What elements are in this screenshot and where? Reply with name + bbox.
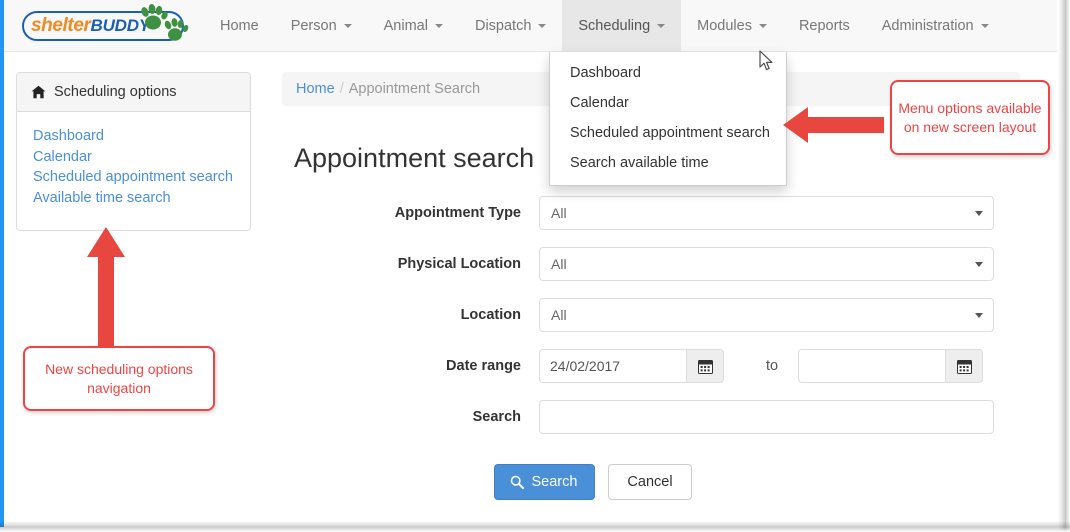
breadcrumb-separator: / <box>339 81 344 97</box>
form-row-location: Location All <box>294 298 1042 332</box>
search-button-label: Search <box>531 474 578 490</box>
logo-word-shelter: shelter <box>31 15 91 36</box>
brand-logo[interactable]: shelterBUDDY <box>14 2 194 48</box>
chevron-down-icon <box>343 23 352 28</box>
label-search: Search <box>472 409 521 425</box>
date-from-calendar-button[interactable] <box>686 349 724 383</box>
paw-print-icon <box>141 4 189 41</box>
nav-item-home[interactable]: Home <box>204 0 275 51</box>
form-actions: Search Cancel <box>294 464 1042 500</box>
select-appointment-type-value: All <box>551 205 567 221</box>
window-bottom-shadow <box>0 521 1070 532</box>
dropdown-item-dashboard[interactable]: Dashboard <box>550 58 786 88</box>
magnifier-icon <box>510 475 525 489</box>
select-physical-location[interactable]: All <box>539 247 994 281</box>
sidebar-header: Scheduling options <box>17 73 250 112</box>
nav-item-label: Dispatch <box>474 17 532 34</box>
top-navbar: shelterBUDDY Home Person Animal Dispatch… <box>4 0 1057 52</box>
breadcrumb-link-home[interactable]: Home <box>296 81 335 97</box>
nav-item-modules[interactable]: Modules <box>681 0 783 51</box>
window-right-shadow <box>1058 0 1070 532</box>
nav-item-dispatch[interactable]: Dispatch <box>459 0 562 51</box>
appointment-search-form: Appointment Type All Physical Location A… <box>282 196 1042 500</box>
date-from-group <box>539 349 724 383</box>
chevron-down-icon <box>975 262 983 267</box>
sidebar-item-calendar[interactable]: Calendar <box>33 147 234 168</box>
chevron-down-icon <box>538 23 547 28</box>
chevron-down-icon <box>657 23 666 28</box>
chevron-down-icon <box>975 313 983 318</box>
select-location-value: All <box>551 307 567 323</box>
select-appointment-type[interactable]: All <box>539 196 994 230</box>
annotation-menu-options: Menu options available on new screen lay… <box>890 80 1050 155</box>
breadcrumb-current: Appointment Search <box>348 81 481 97</box>
date-from-input[interactable] <box>539 349 686 383</box>
navbar-menu: Home Person Animal Dispatch Scheduling M… <box>204 0 1005 51</box>
search-input[interactable] <box>539 400 994 434</box>
scheduling-options-panel: Scheduling options Dashboard Calendar Sc… <box>16 72 251 231</box>
sidebar-item-scheduled-appointment-search[interactable]: Scheduled appointment search <box>33 167 234 188</box>
form-row-date-range: Date range 24/02/2017 to <box>294 349 1042 383</box>
annotation-arrow-left <box>783 107 884 143</box>
sidebar-links: Dashboard Calendar Scheduled appointment… <box>17 112 250 230</box>
date-to-input[interactable] <box>798 349 946 383</box>
nav-item-administration[interactable]: Administration <box>866 0 1005 51</box>
search-button[interactable]: Search <box>494 464 596 500</box>
form-row-search: Search <box>294 400 1042 434</box>
nav-item-animal[interactable]: Animal <box>368 0 459 51</box>
nav-item-scheduling[interactable]: Scheduling <box>562 0 682 51</box>
cancel-button[interactable]: Cancel <box>608 464 692 500</box>
nav-item-label: Administration <box>881 17 974 34</box>
chevron-down-icon <box>980 23 989 28</box>
nav-item-label: Modules <box>697 17 752 34</box>
sidebar-item-dashboard[interactable]: Dashboard <box>33 126 234 147</box>
nav-item-reports[interactable]: Reports <box>783 0 866 51</box>
label-date-range: Date range <box>446 358 521 374</box>
sidebar-item-available-time-search[interactable]: Available time search <box>33 188 234 209</box>
nav-item-label: Home <box>220 17 259 34</box>
app-window: shelterBUDDY Home Person Animal Dispatch… <box>0 0 1070 532</box>
dropdown-item-scheduled-appointment-search[interactable]: Scheduled appointment search <box>550 118 786 148</box>
date-to-group <box>798 349 984 383</box>
nav-item-label: Reports <box>798 17 850 34</box>
home-icon <box>31 85 46 99</box>
dropdown-item-calendar[interactable]: Calendar <box>550 88 786 118</box>
label-location: Location <box>460 307 521 323</box>
chevron-down-icon <box>758 23 767 28</box>
form-row-physical-location: Physical Location All <box>294 247 1042 281</box>
nav-item-label: Animal <box>383 17 428 34</box>
select-location[interactable]: All <box>539 298 994 332</box>
scheduling-dropdown-menu: Dashboard Calendar Scheduled appointment… <box>549 52 787 186</box>
annotation-arrow-up <box>87 227 125 354</box>
nav-item-person[interactable]: Person <box>275 0 368 51</box>
window-left-accent-bar <box>0 0 4 527</box>
label-appointment-type: Appointment Type <box>394 205 521 221</box>
calendar-icon <box>697 359 713 374</box>
dropdown-item-search-available-time[interactable]: Search available time <box>550 148 786 178</box>
date-range-to-label: to <box>766 358 779 374</box>
nav-item-label: Scheduling <box>578 17 651 34</box>
label-physical-location: Physical Location <box>397 256 521 272</box>
chevron-down-icon <box>975 211 983 216</box>
form-row-appointment-type: Appointment Type All <box>294 196 1042 230</box>
annotation-scheduling-nav: New scheduling options navigation <box>23 346 215 411</box>
chevron-down-icon <box>434 23 443 28</box>
nav-item-label: Person <box>290 17 337 34</box>
date-to-calendar-button[interactable] <box>945 349 984 383</box>
sidebar-title: Scheduling options <box>54 84 177 100</box>
select-physical-location-value: All <box>551 256 567 272</box>
calendar-icon <box>956 359 972 374</box>
